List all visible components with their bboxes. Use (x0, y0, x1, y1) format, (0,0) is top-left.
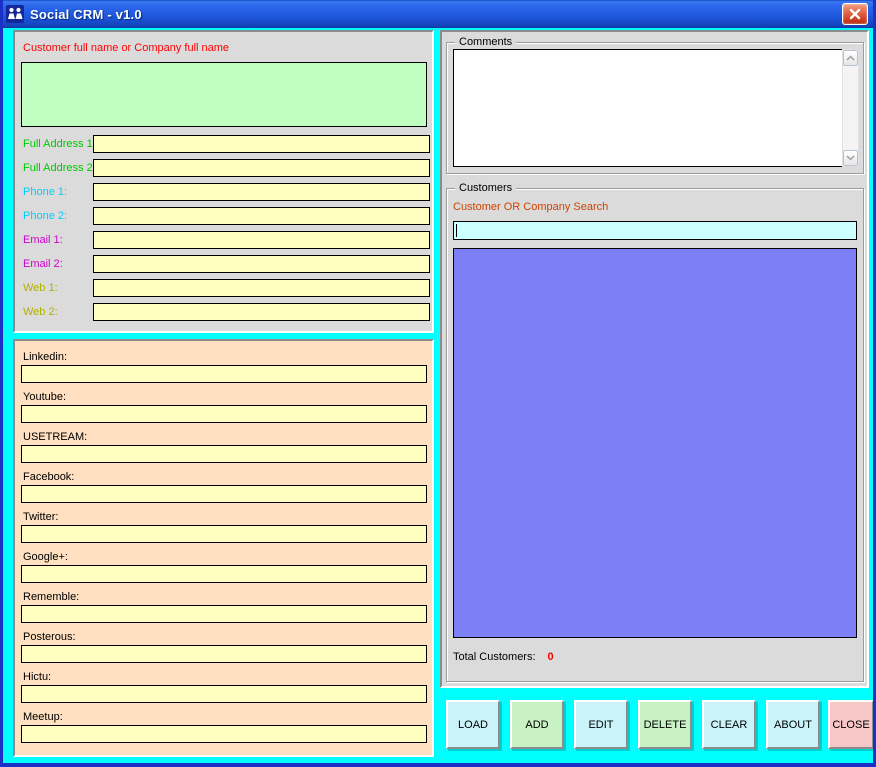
email-2-label: Email 2: (23, 258, 63, 270)
field-row-phone-2: Phone 2: (15, 206, 432, 230)
ustream-label: USETREAM: (23, 431, 88, 443)
app-icon (6, 5, 24, 23)
field-row-rememble: Rememble: (15, 589, 432, 629)
close-button[interactable] (842, 3, 868, 25)
field-row-email-1: Email 1: (15, 230, 432, 254)
customer-listbox[interactable] (453, 248, 857, 638)
about-button[interactable]: ABOUT (766, 700, 820, 749)
social-panel: Linkedin: Youtube: USETREAM: Facebook: T… (13, 339, 434, 757)
scroll-up-icon (846, 55, 855, 61)
twitter-input[interactable] (21, 525, 427, 543)
load-button[interactable]: LOAD (446, 700, 500, 749)
posterous-label: Posterous: (23, 631, 76, 643)
linkedin-input[interactable] (21, 365, 427, 383)
scroll-up-button[interactable] (843, 50, 858, 66)
posterous-input[interactable] (21, 645, 427, 663)
scroll-down-icon (846, 155, 855, 161)
close-icon (849, 8, 861, 20)
email-2-input[interactable] (93, 255, 430, 273)
comments-group: Comments (446, 36, 864, 174)
customer-name-label: Customer full name or Company full name (23, 42, 230, 54)
delete-button[interactable]: DELETE (638, 700, 692, 749)
twitter-label: Twitter: (23, 511, 59, 523)
web-2-label: Web 2: (23, 306, 58, 318)
full-address-1-label: Full Address 1: (23, 138, 96, 150)
field-row-full-address-1: Full Address 1: (15, 134, 432, 158)
window-title: Social CRM - v1.0 (30, 6, 142, 22)
social-field-rows: Linkedin: Youtube: USETREAM: Facebook: T… (15, 349, 432, 749)
customers-group: Customers Customer OR Company Search Tot… (446, 182, 864, 682)
phone-1-input[interactable] (93, 183, 430, 201)
linkedin-label: Linkedin: (23, 351, 68, 363)
full-address-1-input[interactable] (93, 135, 430, 153)
field-row-email-2: Email 2: (15, 254, 432, 278)
facebook-input[interactable] (21, 485, 427, 503)
scroll-down-button[interactable] (843, 150, 858, 166)
field-row-phone-1: Phone 1: (15, 182, 432, 206)
add-button[interactable]: ADD (510, 700, 564, 749)
phone-1-label: Phone 1: (23, 186, 68, 198)
text-caret (456, 224, 457, 237)
field-row-posterous: Posterous: (15, 629, 432, 669)
field-row-facebook: Facebook: (15, 469, 432, 509)
field-row-full-address-2: Full Address 2: (15, 158, 432, 182)
field-row-ustream: USETREAM: (15, 429, 432, 469)
field-row-linkedin: Linkedin: (15, 349, 432, 389)
googleplus-input[interactable] (21, 565, 427, 583)
phone-2-input[interactable] (93, 207, 430, 225)
facebook-label: Facebook: (23, 471, 75, 483)
total-customers-row: Total Customers: 0 (453, 651, 554, 663)
rememble-input[interactable] (21, 605, 427, 623)
web-1-input[interactable] (93, 279, 430, 297)
edit-button[interactable]: EDIT (574, 700, 628, 749)
app-window: Social CRM - v1.0 Customer full name or … (0, 0, 876, 767)
customers-group-label: Customers (455, 182, 517, 195)
web-2-input[interactable] (93, 303, 430, 321)
email-1-label: Email 1: (23, 234, 63, 246)
googleplus-label: Google+: (23, 551, 68, 563)
close-command-button[interactable]: CLOSE (828, 700, 873, 749)
field-row-web-1: Web 1: (15, 278, 432, 302)
field-row-youtube: Youtube: (15, 389, 432, 429)
field-row-googleplus: Google+: (15, 549, 432, 589)
identity-field-rows: Full Address 1: Full Address 2: Phone 1:… (15, 134, 432, 326)
phone-2-label: Phone 2: (23, 210, 68, 222)
comments-scrollbar[interactable] (842, 49, 859, 167)
customer-name-textarea[interactable] (21, 62, 427, 127)
comments-group-label: Comments (455, 36, 517, 49)
ustream-input[interactable] (21, 445, 427, 463)
youtube-label: Youtube: (23, 391, 67, 403)
web-1-label: Web 1: (23, 282, 58, 294)
button-row: LOAD ADD EDIT DELETE CLEAR ABOUT CLOSE (3, 700, 873, 750)
identity-panel: Customer full name or Company full name … (13, 30, 434, 333)
hictu-label: Hictu: (23, 671, 52, 683)
customer-search-label: Customer OR Company Search (453, 201, 609, 213)
titlebar[interactable]: Social CRM - v1.0 (3, 0, 873, 28)
email-1-input[interactable] (93, 231, 430, 249)
full-address-2-label: Full Address 2: (23, 162, 96, 174)
field-row-twitter: Twitter: (15, 509, 432, 549)
comments-textarea[interactable] (453, 49, 849, 167)
clear-button[interactable]: CLEAR (702, 700, 756, 749)
full-address-2-input[interactable] (93, 159, 430, 177)
youtube-input[interactable] (21, 405, 427, 423)
rememble-label: Rememble: (23, 591, 80, 603)
total-customers-value: 0 (547, 651, 554, 663)
field-row-web-2: Web 2: (15, 302, 432, 326)
right-panel: Comments Customers Customer OR Company S… (440, 30, 869, 688)
customer-search-input[interactable] (453, 221, 857, 240)
total-customers-label: Total Customers: (453, 651, 536, 663)
